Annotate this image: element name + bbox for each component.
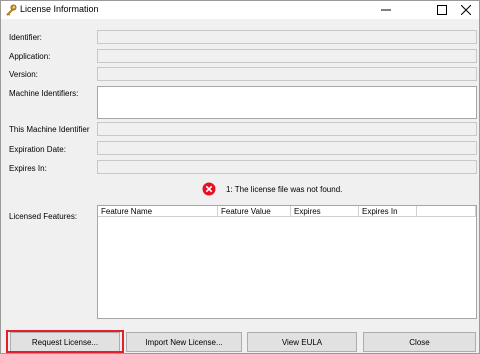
version-label: Version: bbox=[9, 70, 38, 79]
view-eula-button[interactable]: View EULA bbox=[247, 332, 357, 352]
column-header-feature-value[interactable]: Feature Value bbox=[218, 206, 291, 217]
expiration-date-field[interactable] bbox=[97, 141, 477, 155]
version-field[interactable] bbox=[97, 67, 477, 81]
error-icon bbox=[202, 182, 216, 196]
close-button[interactable]: Close bbox=[363, 332, 476, 352]
key-icon bbox=[5, 4, 17, 16]
expires-in-label: Expires In: bbox=[9, 164, 47, 173]
machine-identifiers-label: Machine Identifiers: bbox=[9, 89, 79, 98]
this-machine-identifier-label: This Machine Identifier bbox=[9, 125, 90, 134]
this-machine-identifier-field[interactable] bbox=[97, 122, 477, 136]
maximize-icon[interactable] bbox=[429, 1, 455, 19]
machine-identifiers-field[interactable] bbox=[97, 86, 477, 119]
identifier-label: Identifier: bbox=[9, 33, 42, 42]
status-message: 1: The license file was not found. bbox=[202, 182, 342, 196]
close-icon[interactable] bbox=[453, 1, 479, 19]
column-header-expires[interactable]: Expires bbox=[291, 206, 359, 217]
column-header-feature-name[interactable]: Feature Name bbox=[98, 206, 218, 217]
window-title: License Information bbox=[20, 4, 99, 14]
application-label: Application: bbox=[9, 52, 51, 61]
title-bar: License Information bbox=[1, 1, 479, 19]
minimize-icon[interactable] bbox=[373, 1, 399, 19]
expiration-date-label: Expiration Date: bbox=[9, 145, 66, 154]
identifier-field[interactable] bbox=[97, 30, 477, 44]
application-field[interactable] bbox=[97, 49, 477, 63]
expires-in-field[interactable] bbox=[97, 160, 477, 174]
column-header-filler bbox=[417, 206, 476, 217]
status-message-text: 1: The license file was not found. bbox=[226, 184, 343, 194]
column-header-expires-in[interactable]: Expires In bbox=[359, 206, 417, 217]
request-license-highlight bbox=[6, 330, 124, 353]
licensed-features-list[interactable]: Feature Name Feature Value Expires Expir… bbox=[97, 205, 477, 319]
import-new-license-button[interactable]: Import New License... bbox=[126, 332, 242, 352]
licensed-features-label: Licensed Features: bbox=[9, 212, 78, 221]
license-information-window: License Information Identifier: Applicat… bbox=[0, 0, 480, 354]
